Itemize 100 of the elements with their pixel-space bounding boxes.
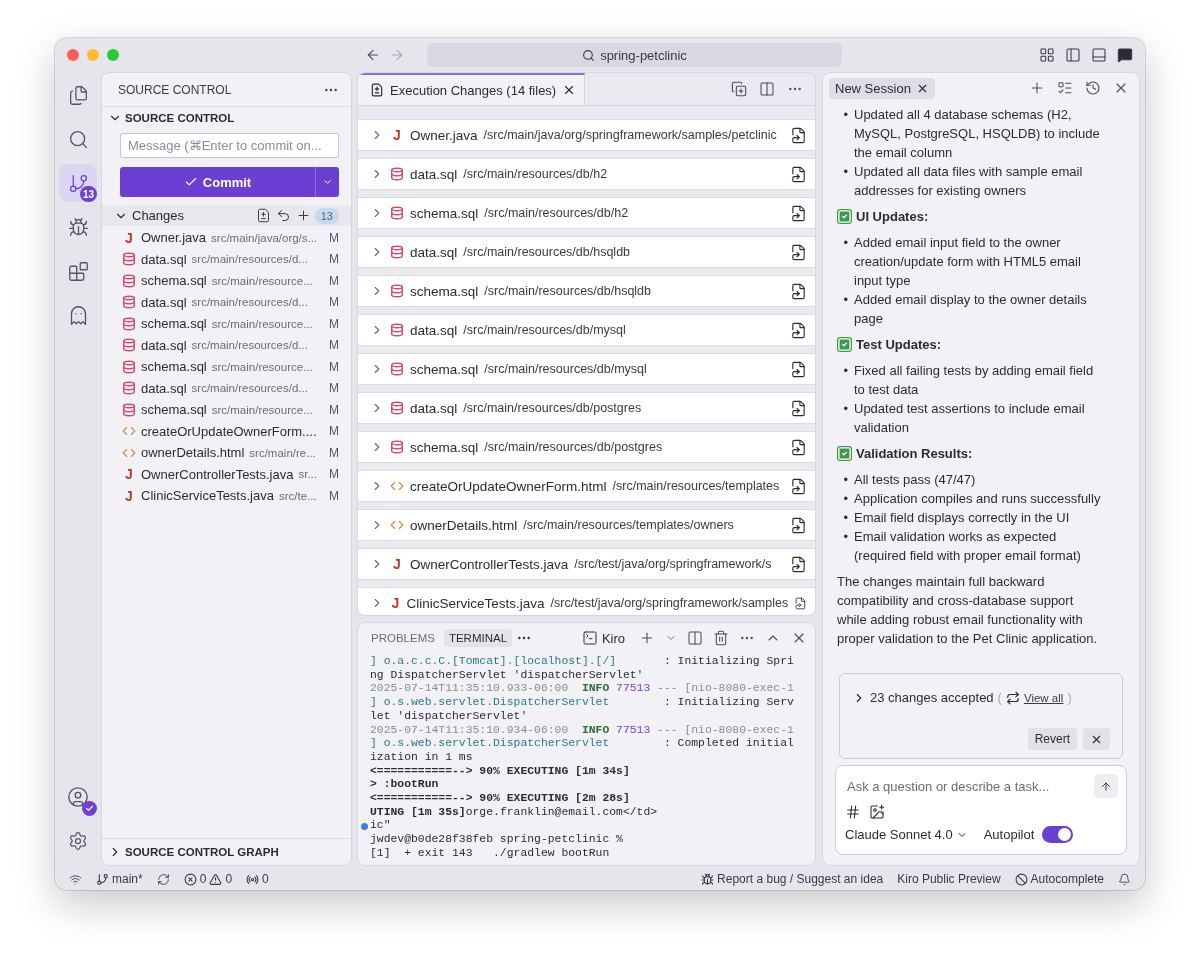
file-status: M — [328, 252, 339, 267]
changed-file-row[interactable]: ownerDetails.html /src/main/resources/templates/owners — [358, 509, 815, 541]
database-icon — [122, 252, 136, 267]
terminal-line: <===========--> 90% EXECUTING [2m 28s] — [370, 792, 631, 806]
changed-file-item[interactable]: data.sql src/main/resources/d... M — [102, 291, 351, 313]
changed-file-row[interactable]: J ClinicServiceTests.java /src/test/java/org/springframework/samples — [358, 587, 815, 615]
open-file-icon[interactable] — [790, 360, 807, 378]
editor-tab[interactable]: Execution Changes (14 files) — [358, 73, 586, 105]
changed-file-row[interactable]: J Owner.java /src/main/java/org/springframework/samples/petclinic — [358, 119, 815, 151]
changed-file-item[interactable]: J OwnerControllerTests.java sr... M — [102, 463, 351, 485]
command-search-field[interactable]: spring-petclinic — [427, 43, 842, 67]
changed-file-item[interactable]: data.sql src/main/resources/d... M — [102, 334, 351, 356]
send-button[interactable] — [1094, 774, 1118, 798]
model-picker[interactable]: Claude Sonnet 4.0 — [845, 827, 968, 842]
ports-item[interactable]: 0 — [246, 872, 269, 886]
split-terminal-icon[interactable] — [687, 630, 703, 646]
dismiss-button[interactable] — [1083, 728, 1110, 750]
file-path: /src/main/resources/db/mysql — [463, 323, 627, 337]
panel-tab[interactable]: TERMINAL — [443, 629, 513, 647]
changed-file-row[interactable]: schema.sql /src/main/resources/db/postgres — [358, 431, 815, 463]
changed-file-item[interactable]: schema.sql src/main/resource... M — [102, 356, 351, 378]
changed-file-item[interactable]: J Owner.java src/main/java/org/s... M — [102, 227, 351, 249]
view-all-link[interactable]: View all — [1023, 691, 1064, 704]
history-icon[interactable] — [1085, 80, 1101, 96]
changed-file-item[interactable]: schema.sql src/main/resource... M — [102, 313, 351, 335]
new-session-icon[interactable] — [1029, 80, 1045, 96]
file-path: /src/main/resources/db/hsqldb — [463, 245, 632, 259]
file-name: OwnerControllerTests.java — [410, 556, 569, 572]
changed-file-row[interactable]: schema.sql /src/main/resources/db/h2 — [358, 197, 815, 229]
changed-file-row[interactable]: createOrUpdateOwnerForm.html /src/main/resources/templates — [358, 470, 815, 502]
check-box-icon — [837, 446, 852, 461]
panel-tab[interactable]: PROBLEMS — [366, 629, 440, 647]
open-file-icon[interactable] — [790, 282, 807, 300]
changed-file-item[interactable]: schema.sql src/main/resource... M — [102, 270, 351, 292]
panel-toggle-icon[interactable] — [1091, 47, 1107, 63]
discard-icon[interactable] — [275, 208, 291, 223]
hash-icon[interactable] — [845, 804, 861, 820]
stage-all-icon[interactable] — [295, 208, 311, 223]
changed-file-item[interactable]: data.sql src/main/resources/d... M — [102, 377, 351, 399]
open-file-icon[interactable] — [790, 204, 807, 222]
changed-file-row[interactable]: data.sql /src/main/resources/db/mysql — [358, 314, 815, 346]
changed-file-item[interactable]: schema.sql src/main/resource... M — [102, 399, 351, 421]
terminal-profile-button[interactable]: Kiro — [581, 630, 625, 646]
open-file-icon[interactable] — [790, 477, 807, 495]
open-file-icon[interactable] — [790, 555, 807, 573]
changed-file-row[interactable]: J OwnerControllerTests.java /src/test/java/org/springframework/s — [358, 548, 815, 580]
changed-file-row[interactable]: data.sql /src/main/resources/db/postgres — [358, 392, 815, 424]
summary-bullet: Email validation works as expected (required field with proper email format) — [854, 528, 1082, 565]
open-file-icon[interactable] — [790, 243, 807, 261]
chat-icon[interactable] — [1117, 47, 1133, 63]
bullet-mark: • — [842, 490, 848, 508]
changed-file-item[interactable]: createOrUpdateOwnerForm.... M — [102, 420, 351, 442]
add-terminal-icon[interactable] — [639, 630, 655, 646]
autopilot-toggle[interactable] — [1042, 826, 1074, 843]
changed-file-row[interactable]: data.sql /src/main/resources/db/hsqldb — [358, 236, 815, 268]
bell-icon[interactable] — [1118, 872, 1131, 886]
changed-file-row[interactable]: schema.sql /src/main/resources/db/hsqldb — [358, 275, 815, 307]
open-file-icon[interactable] — [790, 399, 807, 417]
problems-item[interactable]: 0 0 — [183, 872, 233, 886]
database-icon — [390, 440, 404, 454]
image-icon[interactable] — [869, 804, 885, 820]
autocomplete-item[interactable]: Autocomplete — [1014, 872, 1104, 886]
bullet-mark: • — [842, 400, 848, 418]
copy-plus-icon[interactable] — [731, 81, 747, 97]
java-file-icon: J — [122, 229, 136, 246]
sidebar-toggle-icon[interactable] — [1065, 47, 1081, 63]
back-arrow-icon[interactable] — [365, 47, 381, 63]
changed-file-item[interactable]: data.sql src/main/resources/d... M — [102, 248, 351, 270]
commit-message-field[interactable]: Message (⌘Enter to commit on... — [120, 133, 339, 158]
account-icon — [67, 786, 89, 808]
open-file-icon[interactable] — [790, 321, 807, 339]
report-bug-item[interactable]: Report a bug / Suggest an idea — [701, 872, 884, 886]
open-file-icon[interactable] — [790, 516, 807, 534]
open-file-icon[interactable] — [790, 165, 807, 183]
file-name: Owner.java — [141, 230, 207, 246]
activity-bar-button[interactable]: 13 — [59, 164, 97, 202]
changed-file-item[interactable]: ownerDetails.html src/main/re... M — [102, 442, 351, 464]
branch-item[interactable]: main* — [96, 872, 143, 886]
database-icon — [390, 401, 404, 415]
revert-button[interactable]: Revert — [1027, 728, 1077, 750]
changed-file-item[interactable]: J ClinicServiceTests.java src/te... M — [102, 485, 351, 507]
changed-file-row[interactable]: data.sql /src/main/resources/db/h2 — [358, 158, 815, 190]
file-name: createOrUpdateOwnerForm.... — [141, 423, 317, 439]
task-list-icon[interactable] — [1057, 80, 1073, 96]
sync-icon[interactable] — [156, 872, 170, 886]
file-path: /src/test/java/org/springframework/s — [574, 557, 773, 571]
split-editor-icon[interactable] — [759, 81, 775, 97]
open-file-icon[interactable] — [790, 438, 807, 456]
open-file-icon[interactable] — [790, 126, 807, 144]
trash-icon[interactable] — [713, 630, 729, 646]
diff-icon — [370, 83, 384, 97]
database-icon — [122, 359, 136, 374]
session-tab[interactable]: New Session — [829, 77, 935, 99]
open-changes-icon[interactable] — [255, 208, 271, 223]
changed-file-row[interactable]: schema.sql /src/main/resources/db/mysql — [358, 353, 815, 385]
terminal-line: ] o.s.web.servlet.DispatcherServlet : Initializing Serv — [370, 696, 795, 710]
file-name: createOrUpdateOwnerForm.html — [410, 478, 607, 494]
preview-item[interactable]: Kiro Public Preview — [897, 872, 1001, 886]
file-name: ownerDetails.html — [141, 445, 245, 461]
layout-icon[interactable] — [1039, 47, 1055, 63]
